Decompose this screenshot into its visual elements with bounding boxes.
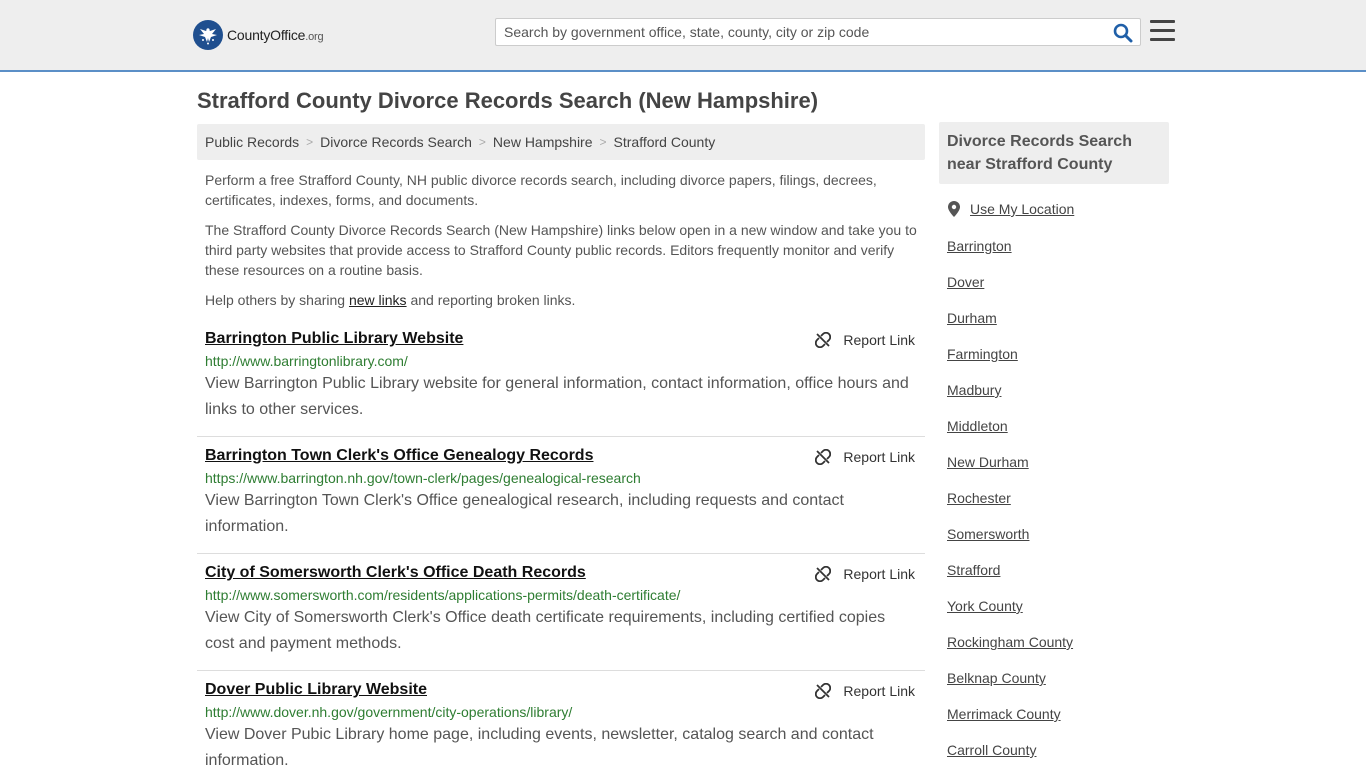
sidebar-link-york-county[interactable]: York County <box>947 598 1023 614</box>
breadcrumb-strafford-county[interactable]: Strafford County <box>614 134 716 150</box>
sidebar-link-rochester[interactable]: Rochester <box>947 490 1011 506</box>
search-input[interactable] <box>496 19 1106 45</box>
result-url[interactable]: https://www.barrington.nh.gov/town-clerk… <box>205 470 925 486</box>
eagle-logo-icon <box>193 20 223 50</box>
sidebar-link-dover[interactable]: Dover <box>947 274 984 290</box>
logo-brand-text: CountyOffice <box>227 27 306 43</box>
breadcrumb-separator-icon: > <box>306 135 314 149</box>
search-box <box>495 18 1141 46</box>
result-item: Barrington Town Clerk's Office Genealogy… <box>197 447 925 554</box>
broken-link-icon <box>815 566 832 582</box>
sidebar-link-strafford[interactable]: Strafford <box>947 562 1000 578</box>
result-url[interactable]: http://www.dover.nh.gov/government/city-… <box>205 704 925 720</box>
sidebar-link-barrington[interactable]: Barrington <box>947 238 1012 254</box>
sidebar-heading: Divorce Records Search near Strafford Co… <box>939 122 1169 184</box>
broken-link-icon <box>815 332 832 348</box>
sidebar-link-merrimack-county[interactable]: Merrimack County <box>947 706 1061 722</box>
site-logo[interactable]: CountyOffice.org <box>193 20 324 50</box>
sidebar-link-rockingham-county[interactable]: Rockingham County <box>947 634 1073 650</box>
use-my-location[interactable]: Use My Location <box>948 201 1074 217</box>
new-links-link[interactable]: new links <box>349 292 407 308</box>
sidebar-link-madbury[interactable]: Madbury <box>947 382 1001 398</box>
site-header: CountyOffice.org <box>0 0 1366 72</box>
sidebar-link-carroll-county[interactable]: Carroll County <box>947 742 1036 758</box>
broken-link-icon <box>815 449 832 465</box>
report-link-button[interactable]: Report Link <box>815 566 915 582</box>
sidebar-link-belknap-county[interactable]: Belknap County <box>947 670 1046 686</box>
result-url[interactable]: http://www.barringtonlibrary.com/ <box>205 353 925 369</box>
result-description: View Barrington Public Library website f… <box>205 375 909 418</box>
sidebar-link-new-durham[interactable]: New Durham <box>947 454 1029 470</box>
result-url[interactable]: http://www.somersworth.com/residents/app… <box>205 587 925 603</box>
result-item: Barrington Public Library Website http:/… <box>197 330 925 437</box>
breadcrumb-separator-icon: > <box>599 135 607 149</box>
sidebar-link-somersworth[interactable]: Somersworth <box>947 526 1029 542</box>
search-icon[interactable] <box>1112 22 1134 44</box>
result-description: View Dover Pubic Library home page, incl… <box>205 726 874 768</box>
use-my-location-link[interactable]: Use My Location <box>970 201 1074 217</box>
breadcrumb: Public Records > Divorce Records Search … <box>197 124 925 160</box>
result-description: View Barrington Town Clerk's Office gene… <box>205 492 844 535</box>
map-pin-icon <box>948 201 960 217</box>
result-item: Dover Public Library Website http://www.… <box>197 681 925 768</box>
page-title: Strafford County Divorce Records Search … <box>197 88 819 113</box>
sidebar-link-durham[interactable]: Durham <box>947 310 997 326</box>
result-description: View City of Somersworth Clerk's Office … <box>205 609 886 652</box>
report-link-button[interactable]: Report Link <box>815 332 915 348</box>
breadcrumb-public-records[interactable]: Public Records <box>205 134 299 150</box>
intro-paragraph-3: Help others by sharing new links and rep… <box>205 292 576 308</box>
report-link-button[interactable]: Report Link <box>815 449 915 465</box>
report-link-button[interactable]: Report Link <box>815 683 915 699</box>
sidebar-link-farmington[interactable]: Farmington <box>947 346 1018 362</box>
breadcrumb-separator-icon: > <box>478 135 486 149</box>
result-item: City of Somersworth Clerk's Office Death… <box>197 564 925 671</box>
intro-paragraph-1: Perform a free Strafford County, NH publ… <box>205 172 877 208</box>
logo-tld-text: .org <box>305 31 324 43</box>
broken-link-icon <box>815 683 832 699</box>
breadcrumb-new-hampshire[interactable]: New Hampshire <box>493 134 593 150</box>
intro-paragraph-2: The Strafford County Divorce Records Sea… <box>205 222 917 278</box>
hamburger-menu-icon[interactable] <box>1150 20 1175 42</box>
sidebar-link-middleton[interactable]: Middleton <box>947 418 1008 434</box>
breadcrumb-divorce-records-search[interactable]: Divorce Records Search <box>320 134 472 150</box>
